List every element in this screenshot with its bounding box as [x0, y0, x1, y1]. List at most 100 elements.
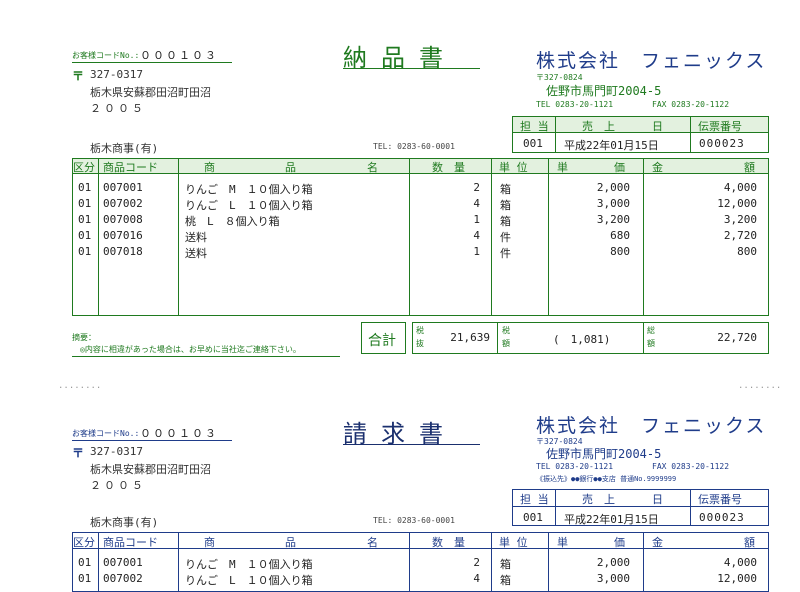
tax-excl-label-2: 抜 [416, 339, 424, 348]
col-amount-2: 額 [744, 161, 755, 174]
row-unit: 件 [500, 231, 511, 244]
col-amount-1: 金 [652, 161, 663, 174]
col-name-1: 商 [204, 536, 215, 549]
customer-code-label: お客様コードNo.: [72, 51, 140, 60]
address-line: 栃木県安蘇郡田沼町田沼 [90, 86, 211, 99]
col-price-2: 価 [614, 161, 625, 174]
customer-code: ０００１０３ [140, 427, 218, 440]
col-qty: 数 量 [432, 161, 465, 174]
address-number: ２００５ [90, 102, 146, 115]
company-tel: TEL 0283-20-1121 [536, 462, 614, 471]
incl-label-2: 額 [647, 339, 655, 348]
separator-right: ........ [738, 381, 782, 391]
col-amount-2: 額 [744, 536, 755, 549]
row-kind: 01 [78, 229, 92, 242]
row-amount: 3,200 [723, 213, 757, 226]
slip-no-header: 伝票番号 [698, 493, 742, 506]
row-name: りんご L １０個入り箱 [185, 574, 313, 587]
customer-name: 栃木商事(有) [90, 516, 159, 529]
company-fax: FAX 0283-20-1122 [652, 100, 730, 109]
row-kind: 01 [78, 572, 92, 585]
row-kind: 01 [78, 197, 92, 210]
memo-label: 摘要： [72, 333, 96, 342]
row-qty: 1 [473, 213, 480, 226]
row-qty: 2 [473, 556, 480, 569]
row-code: 007001 [103, 556, 143, 569]
row-qty: 1 [473, 245, 480, 258]
row-name: 送料 [185, 231, 207, 244]
row-name: 送料 [185, 247, 207, 260]
row-amount: 12,000 [717, 572, 757, 585]
row-code: 007001 [103, 181, 143, 194]
row-amount: 800 [737, 245, 757, 258]
row-qty: 4 [473, 197, 480, 210]
col-price-2: 価 [614, 536, 625, 549]
address-line: 栃木県安蘇郡田沼町田沼 [90, 463, 211, 476]
sale-header: 売 上 [582, 493, 615, 506]
col-qty: 数 量 [432, 536, 465, 549]
col-price-1: 単 [557, 161, 568, 174]
bank-info: 《振込先》●●銀行●●支店 普通No.9999999 [536, 475, 677, 483]
col-amount-1: 金 [652, 536, 663, 549]
subtotal-value: 21,639 [450, 331, 490, 344]
row-price: 800 [610, 245, 630, 258]
col-name-1: 商 [204, 161, 215, 174]
tax-label-2: 額 [502, 339, 510, 348]
row-price: 2,000 [596, 556, 630, 569]
col-name-2: 品 [285, 536, 296, 549]
postal-mark: 〒 [72, 69, 85, 83]
staff-value: 001 [523, 137, 543, 150]
row-unit: 箱 [500, 558, 511, 571]
customer-tel: TEL: 0283-60-0001 [373, 516, 455, 525]
col-name-3: 名 [367, 536, 378, 549]
slip-no: 000023 [699, 511, 745, 524]
row-name: 桃 L ８個入り箱 [185, 215, 280, 228]
row-qty: 4 [473, 572, 480, 585]
customer-tel: TEL: 0283-60-0001 [373, 142, 455, 151]
row-code: 007016 [103, 229, 143, 242]
row-name: りんご M １０個入り箱 [185, 183, 313, 196]
col-name-3: 名 [367, 161, 378, 174]
row-price: 3,000 [596, 572, 630, 585]
row-unit: 箱 [500, 215, 511, 228]
staff-value: 001 [523, 511, 543, 524]
row-amount: 12,000 [717, 197, 757, 210]
row-name: りんご M １０個入り箱 [185, 558, 313, 571]
col-unit: 単 位 [499, 536, 528, 549]
sale-date: 平成22年01月15日 [564, 139, 659, 152]
row-unit: 件 [500, 247, 511, 260]
postal-mark: 〒 [72, 446, 85, 460]
date-header: 日 [652, 120, 663, 133]
row-code: 007018 [103, 245, 143, 258]
row-price: 680 [610, 229, 630, 242]
postal-code: 327-0317 [90, 445, 143, 458]
total-label: 合計 [368, 333, 396, 349]
row-code: 007002 [103, 197, 143, 210]
company-address: 佐野市馬門町2004-5 [546, 84, 662, 98]
row-amount: 4,000 [723, 556, 757, 569]
row-amount: 4,000 [723, 181, 757, 194]
date-header: 日 [652, 493, 663, 506]
customer-code: ０００１０３ [140, 49, 218, 62]
slip-no: 000023 [699, 137, 745, 150]
row-price: 3,200 [596, 213, 630, 226]
tax-label-1: 税 [502, 326, 510, 335]
sale-date: 平成22年01月15日 [564, 513, 659, 526]
customer-name: 栃木商事(有) [90, 142, 159, 155]
company-address: 佐野市馬門町2004-5 [546, 447, 662, 461]
company-tel: TEL 0283-20-1121 [536, 100, 614, 109]
sale-header: 売 上 [582, 120, 615, 133]
row-unit: 箱 [500, 574, 511, 587]
row-kind: 01 [78, 556, 92, 569]
staff-header: 担 当 [520, 493, 549, 506]
row-unit: 箱 [500, 199, 511, 212]
company-fax: FAX 0283-20-1122 [652, 462, 730, 471]
notice-text: ◎内容に相違があった場合は、お早めに当社迄ご連絡下さい。 [80, 345, 301, 354]
col-code: 商品コード [103, 536, 158, 549]
company-name: 株式会社 フェニックス [536, 50, 767, 72]
row-code: 007002 [103, 572, 143, 585]
row-qty: 4 [473, 229, 480, 242]
col-kind: 区分 [73, 536, 95, 549]
tax-excl-label-1: 税 [416, 326, 424, 335]
tax-value: ( 1,081) [553, 333, 611, 346]
